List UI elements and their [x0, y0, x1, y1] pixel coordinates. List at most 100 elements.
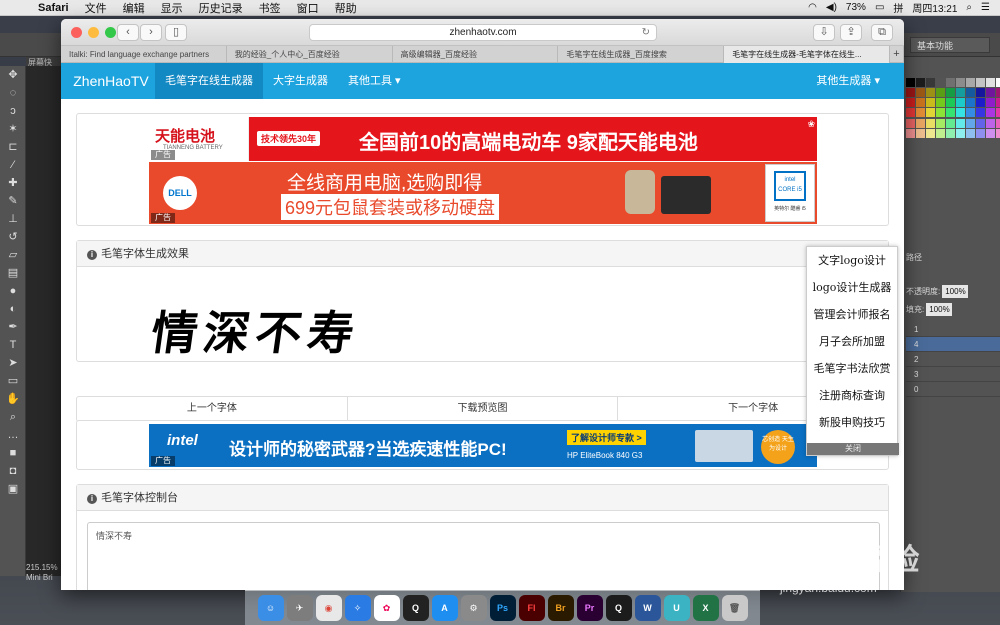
color-swatch[interactable]: [986, 118, 995, 128]
opacity-input[interactable]: 100%: [942, 285, 969, 298]
side-link[interactable]: 毛笔字书法欣赏: [807, 355, 897, 382]
browser-tab[interactable]: Italki: Find language exchange partners: [61, 46, 227, 63]
color-swatch[interactable]: [946, 88, 955, 98]
menu-file[interactable]: 文件: [77, 0, 115, 16]
color-swatch[interactable]: [926, 128, 935, 138]
color-swatch[interactable]: [996, 118, 1000, 128]
ad-banner-dell[interactable]: DELL 全线商用电脑,选购即得 699元包鼠套装或移动硬盘 intel COR…: [149, 162, 817, 224]
color-swatch[interactable]: [956, 88, 965, 98]
ps-layer-row-selected[interactable]: 4: [906, 337, 1000, 352]
color-swatch[interactable]: [926, 88, 935, 98]
color-swatch[interactable]: [976, 88, 985, 98]
color-swatch[interactable]: [916, 78, 925, 87]
menu-window[interactable]: 窗口: [289, 0, 327, 16]
photos-icon[interactable]: ✿: [373, 595, 400, 621]
side-link[interactable]: 注册商标查询: [807, 382, 897, 409]
menu-view[interactable]: 显示: [153, 0, 191, 16]
color-swatch[interactable]: [956, 118, 965, 128]
ps-layer-row[interactable]: 2: [906, 352, 1000, 367]
color-swatch[interactable]: [946, 98, 955, 108]
quick-mask-icon[interactable]: ◘: [0, 462, 26, 480]
ps-paths-tab[interactable]: 路径: [906, 250, 1000, 266]
color-swatch-icon[interactable]: ■: [0, 444, 26, 462]
color-swatch[interactable]: [936, 98, 945, 108]
battery-percent[interactable]: 73%: [846, 2, 866, 13]
tabs-overview-icon[interactable]: ⧉: [871, 24, 893, 41]
quicktime-icon[interactable]: Q: [605, 595, 632, 621]
color-swatch[interactable]: [996, 88, 1000, 98]
chrome-icon[interactable]: ◉: [315, 595, 342, 621]
color-swatch[interactable]: [916, 128, 925, 138]
side-link[interactable]: 管理会计师报名: [807, 301, 897, 328]
color-swatch[interactable]: [986, 98, 995, 108]
type-tool-icon[interactable]: T: [0, 336, 26, 354]
ad-paw-icon[interactable]: ❀: [807, 119, 815, 130]
color-swatch[interactable]: [966, 98, 975, 108]
ad-banner-intel[interactable]: intel 设计师的秘密武器?当选疾速性能PC! 了解设计师专款 > HP El…: [149, 424, 817, 467]
select-tool-icon[interactable]: ➤: [0, 354, 26, 372]
color-swatch[interactable]: [986, 128, 995, 138]
menu-edit[interactable]: 编辑: [115, 0, 153, 16]
color-swatch[interactable]: [936, 88, 945, 98]
color-swatch[interactable]: [916, 98, 925, 108]
color-swatch[interactable]: [966, 78, 975, 87]
move-tool-icon[interactable]: ✥: [0, 66, 26, 84]
browser-tab[interactable]: 我的经验_个人中心_百度经验: [227, 46, 393, 63]
color-swatch[interactable]: [966, 118, 975, 128]
color-swatch[interactable]: [946, 78, 955, 87]
minimize-window-icon[interactable]: [88, 27, 99, 38]
excel-icon[interactable]: X: [692, 595, 719, 621]
system-preferences-icon[interactable]: ⚙: [460, 595, 487, 621]
color-swatch[interactable]: [956, 108, 965, 118]
zoom-window-icon[interactable]: [105, 27, 116, 38]
more-tools-icon[interactable]: …: [0, 426, 26, 444]
finder-icon[interactable]: ☺: [257, 595, 284, 621]
browser-tab[interactable]: 毛笔字在线生成器_百度搜索: [558, 46, 725, 63]
color-swatch[interactable]: [906, 118, 915, 128]
side-link[interactable]: 文字logo设计: [807, 247, 897, 274]
input-method[interactable]: 拼: [893, 0, 903, 15]
color-swatch[interactable]: [906, 128, 915, 138]
history-brush-icon[interactable]: ↺: [0, 228, 26, 246]
color-swatch[interactable]: [916, 118, 925, 128]
color-swatch[interactable]: [976, 78, 985, 87]
app-store-icon[interactable]: A: [431, 595, 458, 621]
heal-tool-icon[interactable]: ✚: [0, 174, 26, 192]
color-swatch[interactable]: [946, 108, 955, 118]
menu-app-name[interactable]: Safari: [30, 2, 77, 14]
color-swatch[interactable]: [946, 118, 955, 128]
menu-history[interactable]: 历史记录: [191, 0, 251, 16]
clock[interactable]: 周四13:21: [912, 0, 957, 15]
share-icon[interactable]: ⇪: [840, 24, 862, 41]
color-swatch[interactable]: [936, 118, 945, 128]
color-swatch[interactable]: [926, 78, 935, 87]
browser-tab[interactable]: 高级编辑器_百度经验: [393, 46, 559, 63]
color-swatch[interactable]: [916, 108, 925, 118]
color-swatch[interactable]: [956, 128, 965, 138]
site-brand[interactable]: ZhenHaoTV: [61, 73, 155, 89]
ps-zoom-level[interactable]: 215.15%: [26, 563, 66, 573]
u-app-icon[interactable]: U: [663, 595, 690, 621]
trash-icon[interactable]: 🗑: [721, 595, 748, 621]
color-swatch[interactable]: [996, 98, 1000, 108]
color-swatch[interactable]: [966, 128, 975, 138]
color-swatch[interactable]: [966, 108, 975, 118]
bridge-icon[interactable]: Br: [547, 595, 574, 621]
ad-banner-tianneng[interactable]: 天能电池 TIANNENG BATTERY 技术领先30年 全国前10的高端电动…: [149, 117, 817, 161]
side-link[interactable]: 新股申购技巧: [807, 409, 897, 436]
ps-swatches-panel[interactable]: [906, 78, 1000, 138]
menu-bookmarks[interactable]: 书签: [251, 0, 289, 16]
intel-cta-link[interactable]: 了解设计师专款 >: [567, 430, 646, 445]
downloads-icon[interactable]: ⇩: [813, 24, 835, 41]
eraser-tool-icon[interactable]: ▱: [0, 246, 26, 264]
marquee-tool-icon[interactable]: ◌: [0, 84, 26, 102]
browser-tab-active[interactable]: 毛笔字在线生成器-毛笔字体在线生...: [724, 46, 890, 63]
color-swatch[interactable]: [986, 78, 995, 87]
word-icon[interactable]: W: [634, 595, 661, 621]
color-swatch[interactable]: [926, 118, 935, 128]
download-preview-button[interactable]: 下载预览图: [348, 397, 619, 421]
color-swatch[interactable]: [966, 88, 975, 98]
crop-tool-icon[interactable]: ⊏: [0, 138, 26, 156]
color-swatch[interactable]: [906, 108, 915, 118]
screen-mode-icon[interactable]: ▣: [0, 480, 26, 498]
